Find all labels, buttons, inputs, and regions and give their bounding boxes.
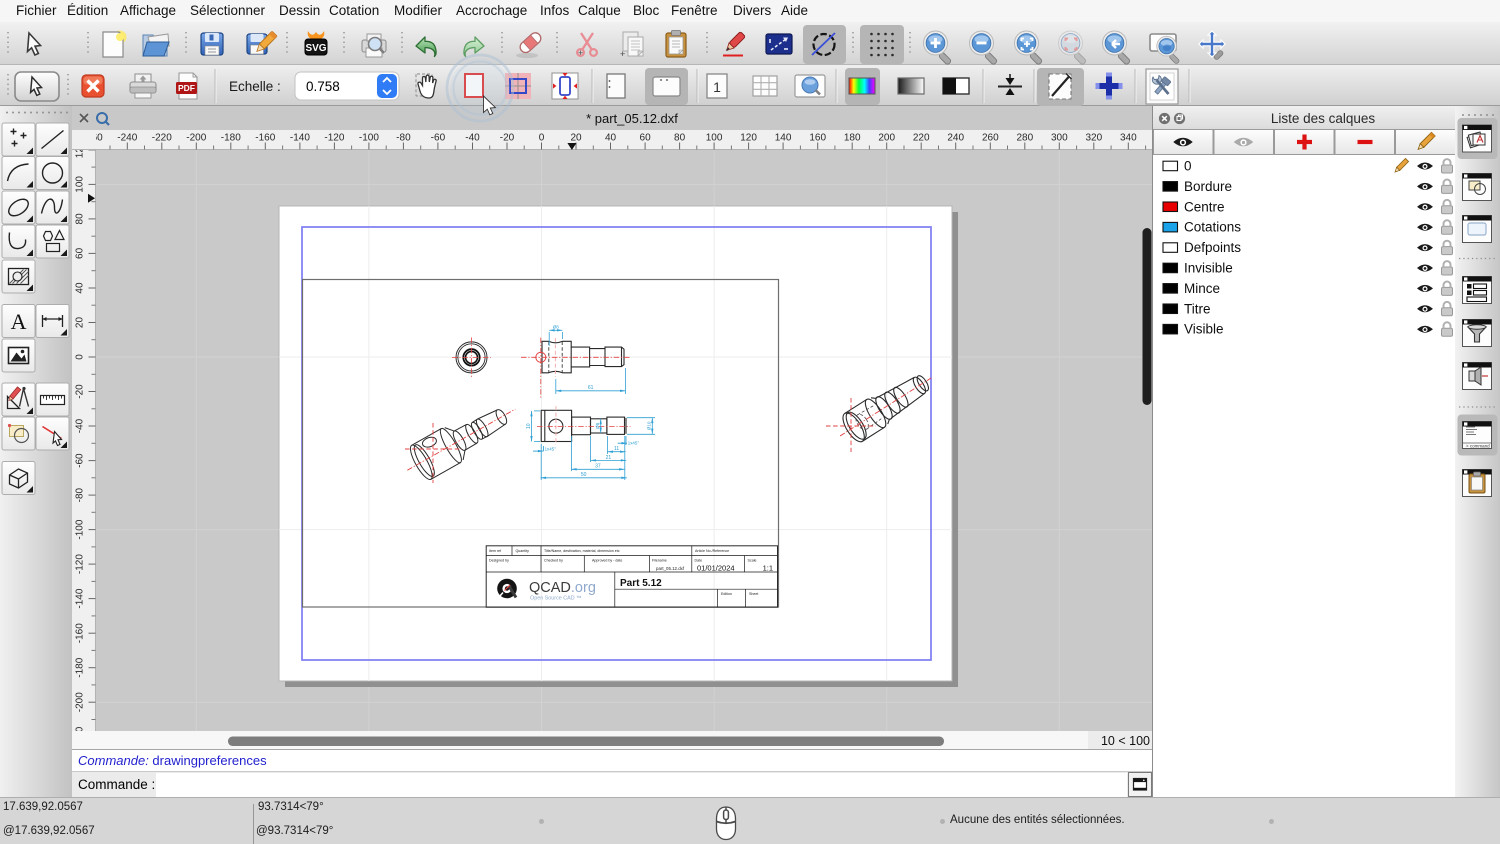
- svg-text:180: 180: [844, 133, 861, 144]
- svg-text:260: 260: [982, 133, 999, 144]
- svg-text:120: 120: [740, 133, 757, 144]
- svg-text:20: 20: [75, 317, 86, 329]
- svg-text:80: 80: [674, 133, 686, 144]
- svg-text:Liste des calques: Liste des calques: [1271, 111, 1376, 126]
- svg-text:-200: -200: [75, 692, 86, 712]
- svg-text:0: 0: [539, 133, 545, 144]
- svg-text:1: 1: [713, 79, 721, 95]
- svg-text:* part_05.12.dxf: * part_05.12.dxf: [586, 111, 678, 126]
- svg-text:1x45°: 1x45°: [545, 446, 557, 451]
- svg-text:Visible: Visible: [1184, 321, 1224, 336]
- svg-text:100: 100: [75, 176, 86, 193]
- svg-text:140: 140: [775, 133, 792, 144]
- svg-text:100: 100: [706, 133, 723, 144]
- svg-text:-40: -40: [75, 418, 86, 433]
- svg-text:220: 220: [913, 133, 930, 144]
- svg-text:PDF: PDF: [178, 83, 195, 93]
- svg-text:240: 240: [947, 133, 964, 144]
- svg-text:Quantity: Quantity: [516, 549, 530, 553]
- svg-text:01/01/2024: 01/01/2024: [697, 563, 735, 572]
- svg-text:A: A: [11, 309, 27, 334]
- svg-text:-20: -20: [75, 384, 86, 399]
- svg-text:SVG: SVG: [305, 43, 326, 54]
- svg-text:-80: -80: [396, 133, 411, 144]
- svg-text:Designed by: Designed by: [489, 559, 509, 563]
- svg-text:61: 61: [588, 385, 594, 391]
- svg-text:-100: -100: [359, 133, 379, 144]
- svg-text:Sheet: Sheet: [749, 592, 758, 596]
- svg-text:Article No./Reference: Article No./Reference: [695, 549, 729, 553]
- svg-text:-200: -200: [186, 133, 206, 144]
- svg-text:Invisible: Invisible: [1184, 260, 1233, 275]
- svg-text:Echelle :: Echelle :: [229, 79, 281, 94]
- svg-text:60: 60: [640, 133, 652, 144]
- svg-text:40: 40: [605, 133, 617, 144]
- svg-text:-120: -120: [324, 133, 344, 144]
- svg-text:200: 200: [878, 133, 895, 144]
- svg-text:1:1: 1:1: [763, 563, 773, 572]
- svg-text:-160: -160: [255, 133, 275, 144]
- svg-text:-140: -140: [290, 133, 310, 144]
- svg-text:80: 80: [75, 213, 86, 225]
- svg-text:-180: -180: [221, 133, 241, 144]
- svg-text:10: 10: [526, 423, 532, 429]
- svg-text:-40: -40: [465, 133, 480, 144]
- svg-text:Scale: Scale: [748, 559, 757, 563]
- svg-text:Item ref: Item ref: [489, 549, 501, 553]
- svg-text:-60: -60: [75, 453, 86, 468]
- svg-text:Open Source CAD ™: Open Source CAD ™: [530, 596, 582, 602]
- svg-text:Edition: Edition: [721, 592, 732, 596]
- svg-text:Date: Date: [695, 559, 703, 563]
- svg-text:-220: -220: [152, 133, 172, 144]
- svg-text:Title/Name, destination, mater: Title/Name, destination, material, dimen…: [544, 549, 620, 553]
- svg-text:0: 0: [1184, 158, 1192, 173]
- svg-text:+: +: [620, 49, 625, 59]
- svg-text:280: 280: [1016, 133, 1033, 144]
- svg-text:21: 21: [606, 455, 612, 461]
- svg-text:Mince: Mince: [1184, 280, 1220, 295]
- svg-text:60: 60: [75, 247, 86, 259]
- svg-text:120: 120: [75, 150, 86, 158]
- svg-text:Ø8: Ø8: [595, 422, 600, 429]
- svg-text:-240: -240: [117, 133, 137, 144]
- svg-text:320: 320: [1085, 133, 1102, 144]
- svg-text:-160: -160: [75, 623, 86, 643]
- svg-text:160: 160: [809, 133, 826, 144]
- svg-text:Ø8: Ø8: [553, 325, 560, 330]
- svg-text:20: 20: [570, 133, 582, 144]
- svg-text:Part 5.12: Part 5.12: [620, 578, 662, 589]
- svg-text:11: 11: [614, 446, 619, 452]
- svg-text:Approved by - date: Approved by - date: [592, 559, 622, 563]
- svg-text:-80: -80: [75, 487, 86, 502]
- svg-text:-100: -100: [75, 519, 86, 539]
- svg-text:10 < 100: 10 < 100: [1101, 734, 1150, 748]
- svg-text:Checked by: Checked by: [544, 559, 563, 563]
- svg-text:-260: -260: [96, 133, 103, 144]
- svg-text:40: 40: [75, 282, 86, 294]
- svg-text:1x45°: 1x45°: [628, 441, 640, 446]
- svg-text:Defpoints: Defpoints: [1184, 240, 1241, 255]
- svg-text:-120: -120: [75, 554, 86, 574]
- svg-text:Ø10: Ø10: [647, 421, 652, 430]
- svg-text:-60: -60: [431, 133, 446, 144]
- svg-text:Cotations: Cotations: [1184, 219, 1241, 234]
- svg-text:0.758: 0.758: [306, 79, 340, 94]
- svg-text:-140: -140: [75, 588, 86, 608]
- svg-text:part_05.12.dxf: part_05.12.dxf: [656, 566, 685, 571]
- svg-text:-180: -180: [75, 657, 86, 677]
- svg-text:Bordure: Bordure: [1184, 178, 1232, 193]
- svg-text:340: 340: [1120, 133, 1137, 144]
- svg-text:37: 37: [595, 464, 601, 470]
- svg-text:Centre: Centre: [1184, 199, 1225, 214]
- svg-text:0: 0: [75, 354, 86, 360]
- svg-text:QCAD.org: QCAD.org: [529, 580, 596, 596]
- svg-text:Titre: Titre: [1184, 301, 1211, 316]
- svg-text:-20: -20: [500, 133, 515, 144]
- svg-text:300: 300: [1051, 133, 1068, 144]
- svg-text:50: 50: [581, 472, 587, 478]
- svg-text:> command: > command: [1466, 444, 1490, 449]
- svg-text:Filename: Filename: [652, 559, 667, 563]
